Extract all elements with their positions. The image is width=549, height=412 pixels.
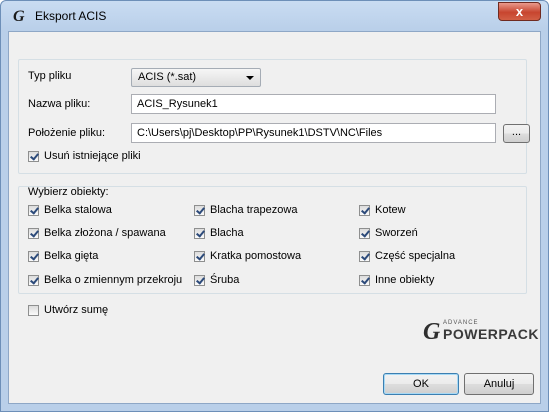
ok-button[interactable]: OK bbox=[383, 373, 459, 395]
object-label: Blacha trapezowa bbox=[210, 204, 298, 216]
checkbox-box bbox=[359, 204, 370, 216]
object-checkbox[interactable]: Belka stalowa bbox=[28, 204, 112, 216]
brand-logo-icon: G bbox=[423, 319, 441, 345]
app-logo-icon: G bbox=[13, 8, 25, 25]
checkbox-box bbox=[359, 274, 370, 286]
object-checkbox[interactable]: Kotew bbox=[359, 204, 406, 216]
object-checkbox[interactable]: Inne obiekty bbox=[359, 274, 434, 286]
object-checkbox[interactable]: Belka złożona / spawana bbox=[28, 227, 166, 239]
create-sum-label: Utwórz sumę bbox=[44, 304, 109, 316]
file-settings-group: Typ pliku ACIS (*.sat) Nazwa pliku: ACIS… bbox=[18, 59, 530, 174]
checkbox-box bbox=[194, 274, 205, 286]
object-checkbox[interactable]: Sworzeń bbox=[359, 227, 418, 239]
objects-group: Wybierz obiekty: Belka stalowa Belka zło… bbox=[18, 186, 527, 294]
dialog-client-area: Typ pliku ACIS (*.sat) Nazwa pliku: ACIS… bbox=[8, 31, 541, 404]
checkbox-box bbox=[28, 150, 39, 162]
object-label: Belka o zmiennym przekroju bbox=[44, 274, 183, 286]
file-type-label: Typ pliku bbox=[28, 70, 72, 82]
object-label: Część specjalna bbox=[375, 250, 456, 262]
dialog-window: G Eksport ACIS x Typ pliku ACIS (*.sat) … bbox=[0, 0, 549, 412]
object-checkbox[interactable]: Kratka pomostowa bbox=[194, 250, 301, 262]
checkbox-box bbox=[28, 304, 39, 316]
object-label: Belka gięta bbox=[44, 250, 99, 262]
objects-group-label: Wybierz obiekty: bbox=[28, 186, 109, 198]
object-checkbox[interactable]: Belka gięta bbox=[28, 250, 98, 262]
location-label: Położenie pliku: bbox=[28, 127, 106, 139]
object-label: Kotew bbox=[375, 204, 406, 216]
object-label: Blacha bbox=[210, 227, 244, 239]
checkbox-box bbox=[194, 250, 205, 262]
object-checkbox[interactable]: Śruba bbox=[194, 274, 239, 286]
cancel-button[interactable]: Anuluj bbox=[464, 373, 534, 395]
file-type-select[interactable]: ACIS (*.sat) bbox=[131, 68, 261, 87]
brand-name-text: POWERPACK bbox=[443, 326, 540, 342]
file-name-label: Nazwa pliku: bbox=[28, 98, 91, 110]
file-name-input[interactable]: ACIS_Rysunek1 bbox=[131, 94, 496, 114]
window-title: Eksport ACIS bbox=[35, 9, 107, 23]
delete-existing-label: Usuń istniejące pliki bbox=[44, 150, 141, 162]
object-label: Belka stalowa bbox=[44, 204, 112, 216]
file-type-value: ACIS (*.sat) bbox=[138, 71, 197, 83]
object-checkbox[interactable]: Blacha bbox=[194, 227, 244, 239]
checkbox-box bbox=[359, 250, 370, 262]
object-label: Belka złożona / spawana bbox=[44, 227, 166, 239]
object-label: Śruba bbox=[210, 274, 240, 286]
browse-button[interactable]: ... bbox=[503, 124, 530, 143]
checkbox-box bbox=[359, 227, 370, 239]
location-input[interactable]: C:\Users\pj\Desktop\PP\Rysunek1\DSTV\NC\… bbox=[131, 123, 496, 143]
checkbox-box bbox=[28, 274, 39, 286]
title-bar[interactable]: G Eksport ACIS x bbox=[1, 1, 548, 31]
checkbox-box bbox=[28, 250, 39, 262]
create-sum-checkbox[interactable]: Utwórz sumę bbox=[28, 304, 108, 316]
chevron-down-icon bbox=[246, 76, 254, 80]
object-label: Sworzeń bbox=[375, 227, 418, 239]
checkbox-box bbox=[28, 227, 39, 239]
checkbox-box bbox=[28, 204, 39, 216]
object-checkbox[interactable]: Część specjalna bbox=[359, 250, 455, 262]
object-checkbox[interactable]: Blacha trapezowa bbox=[194, 204, 297, 216]
object-label: Inne obiekty bbox=[375, 274, 435, 286]
checkbox-box bbox=[194, 204, 205, 216]
checkbox-box bbox=[194, 227, 205, 239]
object-label: Kratka pomostowa bbox=[210, 250, 302, 262]
delete-existing-checkbox[interactable]: Usuń istniejące pliki bbox=[28, 150, 141, 162]
close-button[interactable]: x bbox=[498, 2, 541, 21]
powerpack-logo: G ADVANCE POWERPACK bbox=[423, 317, 539, 347]
object-checkbox[interactable]: Belka o zmiennym przekroju bbox=[28, 274, 182, 286]
close-icon: x bbox=[515, 4, 524, 19]
